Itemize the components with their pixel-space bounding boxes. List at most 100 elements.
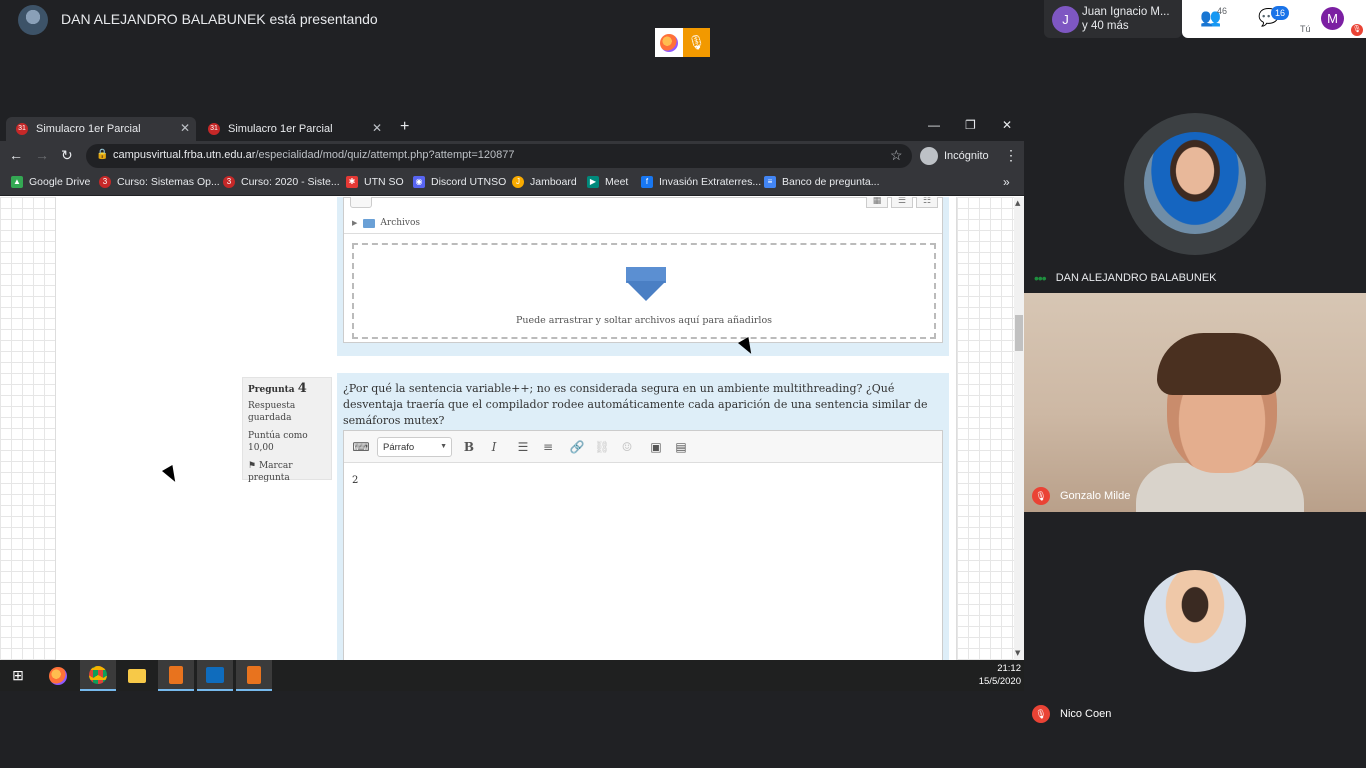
moodle-favicon-icon: 31 bbox=[208, 123, 220, 135]
taskbar: ⊞ 21:12 15/5/2020 bbox=[0, 660, 1024, 691]
question-4-info: Pregunta 4 Respuesta guardada Puntúa com… bbox=[242, 377, 332, 483]
tab-inactive[interactable]: 31 Simulacro 1er Parcial ✕ bbox=[198, 117, 388, 141]
paragraph-format-select[interactable]: Párrafo ▼ bbox=[377, 437, 452, 457]
participant-avatar bbox=[1144, 570, 1246, 672]
bookmark-google-drive[interactable]: ▲ Google Drive bbox=[11, 176, 90, 188]
people-count: 46 bbox=[1217, 6, 1228, 16]
incognito-indicator[interactable]: Incógnito bbox=[920, 145, 989, 167]
flag-question-link[interactable]: ⚑ Marcar pregunta bbox=[248, 460, 326, 484]
bookmark-star-icon[interactable]: ☆ bbox=[890, 147, 903, 164]
firefox-icon bbox=[655, 28, 683, 57]
url-text[interactable]: campusvirtual.frba.utn.edu.ar/especialid… bbox=[113, 149, 514, 161]
firefox-icon[interactable] bbox=[40, 660, 76, 691]
system-clock[interactable]: 21:12 15/5/2020 bbox=[975, 662, 1021, 688]
answer-editor: ⌨ Párrafo ▼ B I ☰ ≡ 🔗 ⛓ ☺ ▣ ▤ 2 bbox=[343, 430, 943, 660]
close-tab-icon[interactable]: ✕ bbox=[180, 121, 190, 135]
joined-text: Juan Ignacio M... y 40 más bbox=[1082, 5, 1180, 33]
me-label: Tú bbox=[1300, 24, 1311, 34]
file-picker-toolbar: ▦ ☰ ☷ ▶ Archivos bbox=[344, 197, 942, 234]
restore-icon[interactable]: ❐ bbox=[965, 118, 976, 132]
close-tab-icon[interactable]: ✕ bbox=[372, 121, 382, 135]
tab-strip: 31 Simulacro 1er Parcial ✕ 31 Simulacro … bbox=[0, 113, 1024, 141]
back-icon[interactable]: ← bbox=[9, 147, 23, 163]
participant-tile[interactable]: 🎙 Nico Coen bbox=[1024, 512, 1366, 731]
outlook-icon[interactable] bbox=[197, 660, 233, 691]
lock-icon[interactable]: 🔒 bbox=[96, 149, 108, 160]
joined-notification[interactable]: J Juan Ignacio M... y 40 más bbox=[1044, 0, 1182, 38]
bold-icon[interactable]: B bbox=[458, 437, 480, 457]
speaking-indicator-icon: ••• bbox=[1034, 270, 1047, 286]
tab-active[interactable]: 31 Simulacro 1er Parcial ✕ bbox=[6, 117, 196, 141]
list-view-icon[interactable]: ☰ bbox=[891, 197, 913, 208]
link-icon[interactable]: 🔗 bbox=[566, 437, 588, 457]
page-scrollbar[interactable]: ▲ ▼ bbox=[1014, 197, 1024, 660]
numbered-list-icon[interactable]: ≡ bbox=[537, 437, 559, 457]
media-icon[interactable]: ▤ bbox=[670, 437, 692, 457]
jamboard-icon: J bbox=[512, 176, 524, 188]
folder-icon bbox=[363, 218, 376, 228]
unlink-icon[interactable]: ⛓ bbox=[591, 437, 613, 457]
participant-tile[interactable]: ••• DAN ALEJANDRO BALABUNEK bbox=[1024, 73, 1366, 293]
bookmark-curso-sistemas[interactable]: 3 Curso: Sistemas Op... bbox=[99, 176, 220, 188]
new-tab-button[interactable]: + bbox=[400, 118, 409, 136]
tab-title: Simulacro 1er Parcial bbox=[36, 123, 141, 135]
files-folder[interactable]: ▶ Archivos bbox=[352, 218, 420, 228]
participant-tile[interactable]: 🎙 Gonzalo Milde bbox=[1024, 293, 1366, 512]
dropzone-text: Puede arrastrar y soltar archivos aquí p… bbox=[515, 315, 773, 326]
bookmark-curso-2020[interactable]: 3 Curso: 2020 - Siste... bbox=[223, 176, 340, 188]
microphone-icon: 🎙 bbox=[683, 28, 710, 57]
joined-line1: Juan Ignacio M... bbox=[1082, 6, 1170, 18]
icon-view-icon[interactable]: ▦ bbox=[866, 197, 888, 208]
page-content: ▦ ☰ ☷ ▶ Archivos Puede arrastrar y solta… bbox=[0, 197, 1024, 660]
add-file-button[interactable] bbox=[350, 197, 372, 208]
bookmark-banco[interactable]: ≡ Banco de pregunta... bbox=[764, 176, 880, 188]
bookmark-jamboard[interactable]: J Jamboard bbox=[512, 176, 577, 188]
meet-icon: ▶ bbox=[587, 176, 599, 188]
question-score: Puntúa como 10,00 bbox=[248, 431, 308, 453]
question-status: Respuesta guardada bbox=[248, 401, 296, 423]
my-avatar[interactable]: M bbox=[1321, 7, 1344, 30]
bullet-list-icon[interactable]: ☰ bbox=[512, 437, 534, 457]
answer-text[interactable]: 2 bbox=[352, 475, 358, 486]
joined-avatar: J bbox=[1052, 6, 1079, 33]
browser-window: 31 Simulacro 1er Parcial ✕ 31 Simulacro … bbox=[0, 113, 1024, 660]
presenter-bar: DAN ALEJANDRO BALABUNEK está presentando bbox=[0, 0, 1024, 40]
tree-view-icon[interactable]: ☷ bbox=[916, 197, 938, 208]
participant-name: 🎙 Nico Coen bbox=[1032, 705, 1111, 723]
file-dropzone[interactable]: Puede arrastrar y soltar archivos aquí p… bbox=[352, 243, 936, 339]
participant-name: ••• DAN ALEJANDRO BALABUNEK bbox=[1034, 270, 1217, 286]
bookmark-invasion[interactable]: f Invasión Extraterres... bbox=[641, 176, 761, 188]
windows-start-icon[interactable]: ⊞ bbox=[0, 660, 36, 691]
participant-video-hair bbox=[1157, 333, 1281, 395]
scroll-down-icon[interactable]: ▼ bbox=[1015, 649, 1020, 657]
italic-icon[interactable]: I bbox=[483, 437, 505, 457]
file-explorer-icon[interactable] bbox=[119, 660, 155, 691]
document-icon[interactable] bbox=[236, 660, 272, 691]
address-bar[interactable]: 🔒 campusvirtual.frba.utn.edu.ar/especial… bbox=[86, 144, 912, 168]
moodle-icon: 3 bbox=[223, 176, 235, 188]
bookmark-utn-so[interactable]: ✱ UTN SO bbox=[346, 176, 404, 188]
image-icon[interactable]: ▣ bbox=[645, 437, 667, 457]
document-icon[interactable] bbox=[158, 660, 194, 691]
discord-icon: ◉ bbox=[413, 176, 425, 188]
close-window-icon[interactable]: ✕ bbox=[1002, 118, 1012, 132]
more-bookmarks-icon[interactable]: » bbox=[1003, 175, 1010, 189]
bookmark-meet[interactable]: ▶ Meet bbox=[587, 176, 628, 188]
download-arrow-icon bbox=[626, 267, 666, 301]
chrome-icon[interactable] bbox=[80, 660, 116, 691]
forward-icon[interactable]: → bbox=[35, 147, 49, 163]
toolbar-toggle-icon[interactable]: ⌨ bbox=[350, 437, 372, 457]
scroll-up-icon[interactable]: ▲ bbox=[1015, 199, 1020, 207]
bookmark-discord[interactable]: ◉ Discord UTNSO bbox=[413, 176, 506, 188]
reload-icon[interactable]: ↻ bbox=[61, 147, 73, 164]
muted-mic-icon: 🎙 bbox=[1032, 705, 1050, 723]
clock-time: 21:12 bbox=[997, 663, 1021, 674]
facebook-icon: f bbox=[641, 176, 653, 188]
incognito-label: Incógnito bbox=[944, 150, 989, 162]
scroll-thumb[interactable] bbox=[1015, 315, 1023, 351]
presenting-app-badge: 🎙 bbox=[655, 28, 710, 57]
browser-menu-icon[interactable]: ⋮ bbox=[1004, 147, 1018, 164]
minimize-icon[interactable]: — bbox=[928, 118, 940, 132]
moodle-favicon-icon: 31 bbox=[16, 123, 28, 135]
emoticon-icon[interactable]: ☺ bbox=[616, 437, 638, 457]
